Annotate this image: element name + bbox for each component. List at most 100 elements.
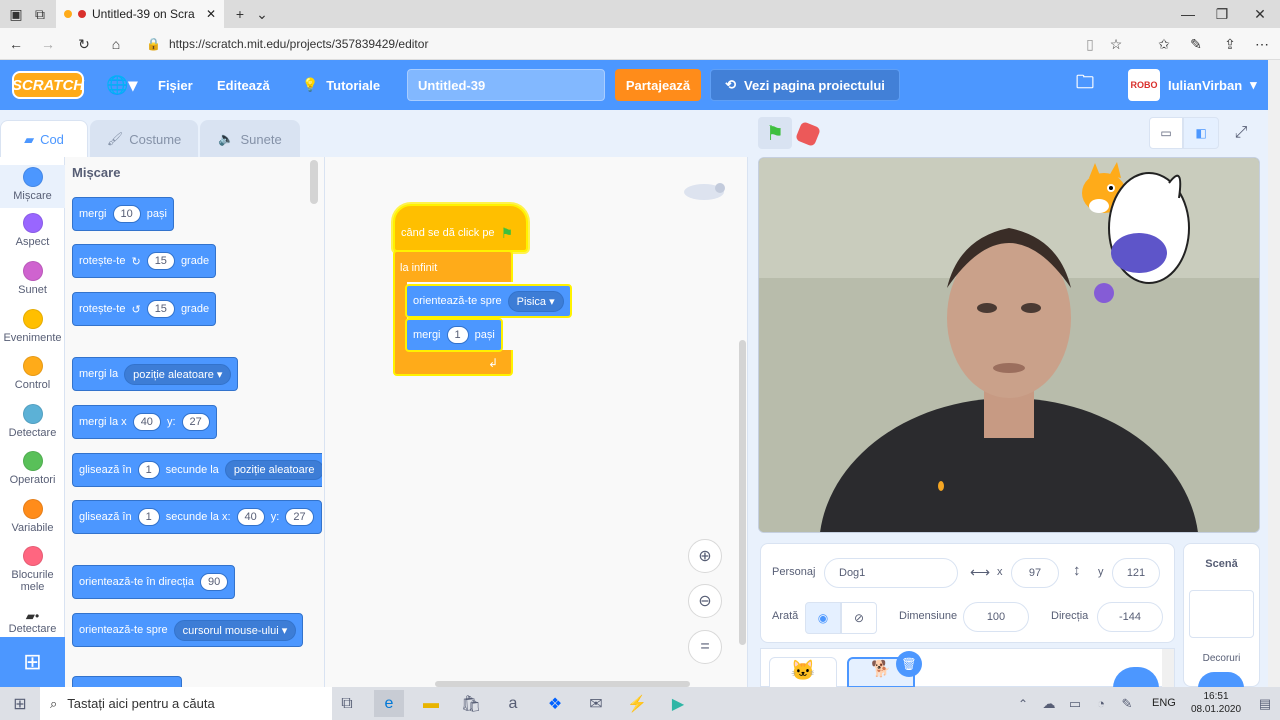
zoom-reset-button[interactable]: = [688,630,722,664]
notifications-icon[interactable]: ▤ [1250,690,1280,717]
category-control[interactable]: Control [0,356,65,391]
category-operators[interactable]: Operatori [0,451,65,486]
category-sound[interactable]: Sunet [0,261,65,296]
secs-input[interactable]: 1 [137,508,160,526]
stage-thumbnail[interactable] [1189,590,1254,638]
sprite-name-input[interactable]: Dog1 [824,558,958,588]
page-scrollbar[interactable] [1268,60,1280,687]
script-when-flag-clicked[interactable]: când se dă click pe ⚑ [393,204,528,252]
category-video-sensing[interactable]: ▰• Detectare [0,609,65,635]
category-my-blocks[interactable]: Blocurile mele [0,546,65,593]
point-towards-dropdown[interactable]: cursorul mouse-ului ▾ [173,619,297,641]
add-sprite-button[interactable] [1113,667,1159,688]
browser-tab[interactable]: Untitled-39 on Scra ✕ [56,0,224,28]
stage[interactable] [758,157,1260,533]
add-extension-button[interactable]: ⊞ [0,637,65,687]
small-stage-button[interactable]: ▭ [1149,117,1183,149]
category-looks[interactable]: Aspect [0,213,65,248]
dropbox-icon[interactable]: ❖ [540,690,570,717]
show-visible-button[interactable]: ◉ [805,602,841,634]
store-icon[interactable]: 🛍 [456,690,486,717]
category-variables[interactable]: Variabile [0,499,65,534]
more-icon[interactable]: ⋯ [1250,32,1274,56]
scratch-logo[interactable]: SCRATCH [12,71,84,99]
block-partial[interactable] [72,676,182,687]
block-point-direction[interactable]: orientează-te în direcția 90 [72,565,236,599]
block-goto[interactable]: mergi la poziție aleatoare ▾ [72,357,239,391]
pen-tray-icon[interactable]: ✎ [1112,690,1142,717]
y-input[interactable]: 27 [181,413,210,431]
stage-selector[interactable]: Scenă Decoruri [1183,543,1260,688]
app-icon[interactable]: ⚡ [622,690,652,717]
glide-dropdown[interactable]: poziție aleatoare [224,460,322,480]
point-towards-dropdown[interactable]: Pisica ▾ [507,290,564,312]
chevron-down-icon[interactable]: ⌄ [250,2,274,26]
y-input[interactable]: 121 [1112,558,1160,588]
code-workspace[interactable] [325,157,748,687]
refresh-icon[interactable]: ↻ [72,32,96,56]
show-hidden-button[interactable]: ⊘ [841,602,877,634]
script-move-steps[interactable]: mergi 1 pași [405,318,503,352]
block-glide-to[interactable]: glisează în 1 secunde la poziție aleatoa… [72,453,322,487]
project-title-input[interactable]: Untitled-39 [407,69,605,101]
zoom-in-button[interactable]: ⊕ [688,539,722,573]
block-turn-right[interactable]: rotește-te ↻ 15 grade [72,244,217,278]
block-turn-left[interactable]: rotește-te ↺ 15 grade [72,292,217,326]
goto-dropdown[interactable]: poziție aleatoare ▾ [124,363,232,385]
amazon-icon[interactable]: a [498,690,528,717]
fullscreen-button[interactable]: ⤢ [1225,117,1257,149]
share-button[interactable]: Partajează [615,69,701,101]
x-input[interactable]: 40 [132,413,161,431]
menu-tutorials[interactable]: 💡 Tutoriale [302,60,380,110]
folder-icon[interactable]: 🗀 [1076,60,1094,110]
sprite-tile-cat[interactable]: 🐱 [769,657,837,688]
tab-back-icon[interactable]: ⧉ [28,2,52,26]
reading-view-icon[interactable]: ▯ [1078,32,1102,56]
back-icon[interactable]: ← [4,32,28,56]
mail-icon[interactable]: ✉ [581,690,611,717]
language-indicator[interactable]: ENG [1152,697,1176,709]
globe-icon[interactable]: 🌐▾ [106,60,137,110]
close-window-icon[interactable]: ✕ [1248,2,1272,26]
direction-input[interactable]: -144 [1097,602,1163,632]
menu-edit[interactable]: Editează [217,60,270,110]
add-backdrop-button[interactable] [1198,672,1244,688]
size-input[interactable]: 100 [963,602,1029,632]
see-project-page-button[interactable]: ⟲ Vezi pagina proiectului [710,69,900,101]
tab-actions-icon[interactable]: ▣ [4,2,28,26]
tab-costumes[interactable]: 🖌 Costume [90,120,198,158]
task-view-icon[interactable]: ⧉ [332,690,362,717]
new-tab-icon[interactable]: + [228,2,252,26]
block-glide-xy[interactable]: glisează în 1 secunde la x: 40 y: 27 [72,500,322,534]
address-bar[interactable]: 🔒 https://scratch.mit.edu/projects/35783… [146,33,1056,55]
block-point-towards[interactable]: orientează-te spre cursorul mouse-ului ▾ [72,613,304,647]
degrees-input[interactable]: 15 [146,252,175,270]
file-explorer-icon[interactable]: ▬ [416,690,446,717]
delete-sprite-button[interactable]: 🗑 [896,651,922,677]
sprite-list-scrollbar[interactable] [1162,649,1174,688]
edge-icon[interactable]: e [374,690,404,717]
close-tab-icon[interactable]: ✕ [206,7,216,21]
windows-start-icon[interactable]: ⊞ [5,690,35,717]
x-input[interactable]: 40 [236,508,265,526]
y-input[interactable]: 27 [285,508,314,526]
steps-input[interactable]: 10 [112,205,141,223]
favorites-icon[interactable]: ✩ [1152,32,1176,56]
home-icon[interactable]: ⌂ [104,32,128,56]
maximize-icon[interactable]: ❐ [1210,2,1234,26]
favorite-star-icon[interactable]: ☆ [1104,32,1128,56]
direction-input[interactable]: 90 [199,573,229,591]
degrees-input[interactable]: 15 [146,300,175,318]
block-move-steps[interactable]: mergi 10 pași [72,197,174,231]
palette-scrollbar[interactable] [310,160,318,204]
minimize-icon[interactable]: — [1176,2,1200,26]
block-goto-xy[interactable]: mergi la x 40 y: 27 [72,405,217,439]
zoom-out-button[interactable]: ⊖ [688,584,722,618]
clock[interactable]: 16:51 08.01.2020 [1188,690,1244,716]
category-sensing[interactable]: Detectare [0,404,65,439]
pen-icon[interactable]: ✎ [1184,32,1208,56]
share-icon[interactable]: ⇪ [1218,32,1242,56]
workspace-scrollbar[interactable] [739,340,746,645]
user-menu[interactable]: ROBO IulianVirban ▾ [1128,60,1257,110]
app-arrow-icon[interactable]: ▶ [663,690,693,717]
